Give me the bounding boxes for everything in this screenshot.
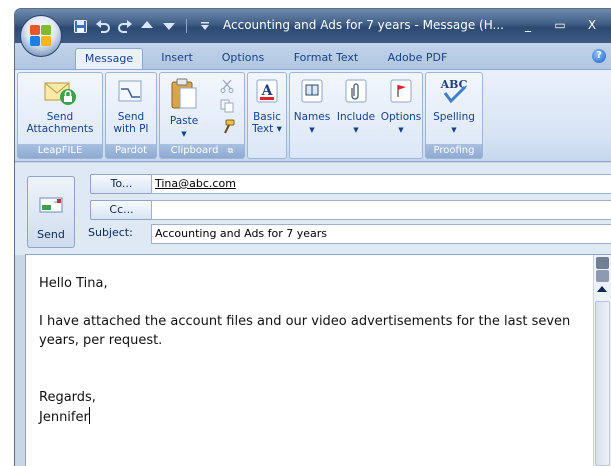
clipboard-paste-icon: [169, 77, 199, 111]
group-leapfile: Send Attachments LeapFILE: [17, 72, 103, 159]
send-with-pi-label-2: with PI: [113, 123, 149, 135]
ruler-toggle-icon[interactable]: [596, 257, 609, 269]
svg-text:A: A: [261, 83, 274, 99]
scroll-split-icon[interactable]: [596, 270, 609, 282]
group-clipboard: Paste ▼ Clipboard ⧉: [159, 72, 245, 159]
customize-qat-icon[interactable]: [197, 19, 212, 34]
send-with-pi-label-1: Send: [117, 111, 145, 123]
body-line-1: I have attached the account files and ou…: [39, 314, 571, 329]
send-button[interactable]: Send: [27, 176, 75, 248]
title-bar: Accounting and Ads for 7 years - Message…: [15, 9, 611, 43]
basic-text-button[interactable]: A Basic Text ▾: [248, 77, 286, 135]
send-attachments-label-1: Send: [46, 111, 74, 123]
text-cursor: [88, 407, 90, 424]
spelling-button[interactable]: ABC Spelling ▼: [426, 77, 482, 136]
paperclip-icon: [344, 77, 368, 107]
minimize-button[interactable]: _: [516, 16, 540, 34]
spelling-label: Spelling: [433, 111, 475, 123]
next-item-icon[interactable]: [161, 19, 176, 34]
window-title: Accounting and Ads for 7 years - Message…: [223, 18, 504, 32]
subject-label: Subject:: [88, 226, 133, 239]
group-proofing: ABC Spelling ▼ Proofing: [425, 72, 483, 159]
dialog-launcher-icon[interactable]: ⧉: [228, 146, 234, 155]
send-label: Send: [37, 228, 65, 241]
spelling-check-icon: ABC: [436, 77, 472, 107]
options-dropdown-icon[interactable]: ▼: [380, 124, 422, 136]
clipboard-group-label: Clipboard: [170, 145, 219, 156]
group-basic-text: A Basic Text ▾: [247, 72, 287, 159]
paste-button[interactable]: Paste ▼: [162, 77, 206, 140]
group-label-proofing: Proofing: [426, 144, 482, 158]
office-button[interactable]: [20, 15, 62, 57]
message-body-editor[interactable]: Hello Tina, I have attached the account …: [25, 254, 611, 466]
group-label-clipboard: Clipboard ⧉: [160, 144, 244, 158]
undo-icon[interactable]: [95, 19, 110, 34]
basic-text-label-2: Text ▾: [252, 123, 282, 135]
pardot-chart-icon: [116, 77, 146, 107]
cc-field[interactable]: [151, 200, 611, 220]
tab-adobe-pdf[interactable]: Adobe PDF: [380, 48, 455, 69]
body-line-2: years, per request.: [39, 333, 163, 348]
window-controls: _ ▭ X: [516, 16, 604, 34]
tab-insert[interactable]: Insert: [152, 48, 202, 69]
signature-line: Jennifer: [39, 407, 570, 427]
office-logo-icon: [30, 25, 52, 47]
outlook-message-window: Accounting and Ads for 7 years - Message…: [14, 8, 611, 466]
vertical-scrollbar[interactable]: [593, 255, 611, 466]
scrollbar-thumb[interactable]: [595, 301, 610, 466]
subject-field[interactable]: Accounting and Ads for 7 years: [151, 224, 611, 244]
tab-options[interactable]: Options: [213, 48, 273, 69]
maximize-button[interactable]: ▭: [548, 16, 572, 34]
basic-text-label-1: Basic: [253, 111, 281, 123]
flag-icon: [389, 77, 413, 107]
message-body-text[interactable]: Hello Tina, I have attached the account …: [39, 274, 570, 427]
cc-button[interactable]: Cc...: [90, 200, 153, 220]
redo-icon[interactable]: [117, 19, 132, 34]
options-button[interactable]: Options ▼: [380, 77, 422, 136]
send-attachments-button[interactable]: Send Attachments: [18, 77, 102, 135]
send-envelope-icon: [39, 195, 65, 218]
to-recipient[interactable]: Tina@abc.com: [155, 177, 236, 190]
basic-text-label-2-text: Text: [252, 123, 274, 135]
group-label-pardot: Pardot: [106, 144, 156, 158]
tab-message[interactable]: Message: [75, 48, 143, 69]
ribbon: Send Attachments LeapFILE Send with PI P…: [15, 69, 611, 162]
paste-label: Paste: [169, 115, 199, 127]
font-color-icon: A: [255, 77, 279, 107]
closing-line: Regards,: [39, 390, 96, 405]
qat-separator: [186, 19, 187, 33]
greeting-line: Hello Tina,: [39, 276, 108, 291]
to-field[interactable]: Tina@abc.com: [151, 174, 611, 194]
address-book-icon: [300, 77, 324, 107]
names-label: Names: [293, 111, 331, 123]
send-attachments-label-2: Attachments: [26, 123, 94, 135]
copy-icon[interactable]: [220, 99, 234, 116]
spelling-dropdown-icon[interactable]: ▼: [426, 124, 482, 136]
close-button[interactable]: X: [580, 16, 604, 34]
format-painter-icon[interactable]: [220, 119, 236, 138]
envelope-lock-icon: [43, 77, 77, 107]
quick-access-toolbar: [73, 17, 212, 35]
scroll-up-arrow-icon[interactable]: [597, 286, 607, 292]
send-with-pi-button[interactable]: Send with PI: [106, 77, 156, 135]
names-dropdown-icon[interactable]: ▼: [292, 124, 332, 136]
help-icon[interactable]: ?: [592, 49, 606, 63]
signature-text: Jennifer: [39, 410, 89, 425]
include-button[interactable]: Include ▼: [334, 77, 378, 136]
ribbon-tabs: Message Insert Options Format Text Adobe…: [15, 43, 611, 69]
paste-dropdown-icon[interactable]: ▼: [162, 128, 206, 140]
group-pardot: Send with PI Pardot: [105, 72, 157, 159]
message-header: Send To... Tina@abc.com Cc... Subject: A…: [15, 163, 611, 255]
to-button[interactable]: To...: [90, 174, 153, 194]
previous-item-icon[interactable]: [139, 19, 154, 34]
options-label: Options: [380, 111, 422, 123]
tab-format-text[interactable]: Format Text: [287, 48, 365, 69]
group-names-include-options: Names ▼ Include ▼ Options ▼: [289, 72, 423, 159]
include-label: Include: [336, 111, 376, 123]
cut-icon[interactable]: [220, 79, 234, 96]
names-button[interactable]: Names ▼: [292, 77, 332, 136]
save-icon[interactable]: [73, 19, 88, 34]
group-label-leapfile: LeapFILE: [18, 144, 102, 158]
include-dropdown-icon[interactable]: ▼: [334, 124, 378, 136]
